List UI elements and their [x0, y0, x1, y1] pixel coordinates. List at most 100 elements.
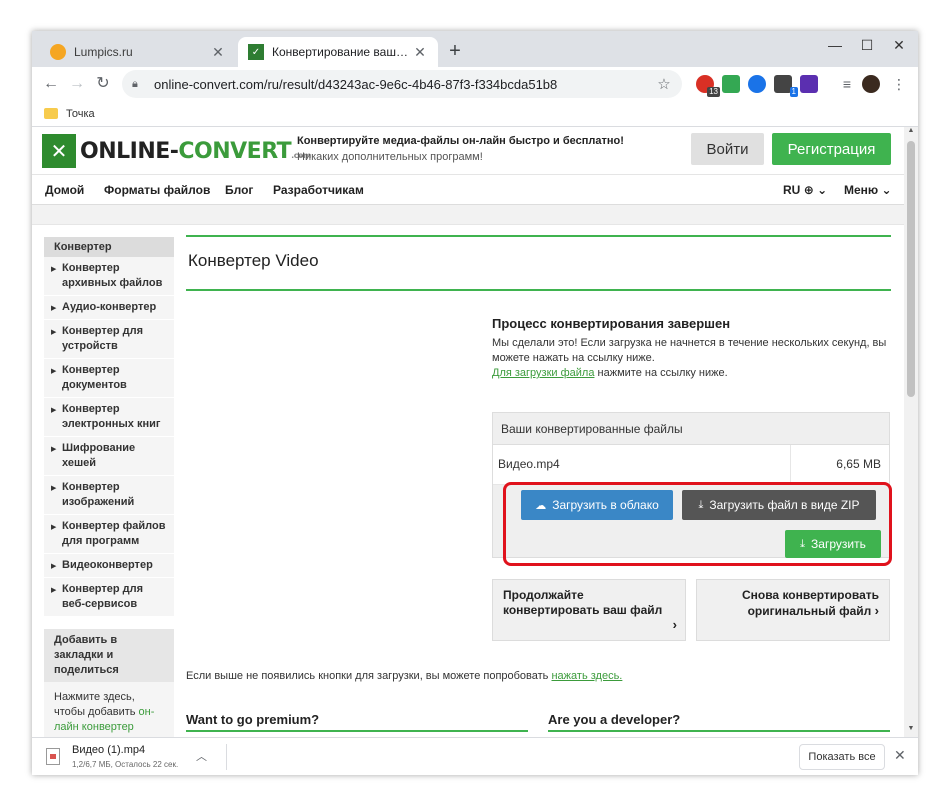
extension-box-icon[interactable]: 1: [774, 75, 798, 97]
tab-lumpics[interactable]: Lumpics.ru ✕: [40, 37, 236, 67]
address-bar[interactable]: 🔒︎ online-convert.com/ru/result/d43243ac…: [122, 70, 682, 98]
register-button[interactable]: Регистрация: [772, 133, 891, 165]
retry-link[interactable]: нажать здесь.: [551, 670, 622, 682]
sidebar-item-devices[interactable]: ▶ Конвертер для устройств: [44, 320, 174, 359]
tagline: Конвертируйте медиа-файлы он-лайн быстро…: [297, 135, 624, 163]
sidebar-item-label: Конвертер для устройств: [62, 325, 144, 352]
maximize-button[interactable]: ☐: [850, 31, 884, 59]
done-description: Мы сделали это! Если загрузка не начнетс…: [492, 337, 887, 364]
language-label: RU: [783, 183, 801, 197]
triangle-right-icon: ▶: [51, 563, 57, 570]
share-text: Нажмите здесь, чтобы добавить: [54, 691, 139, 718]
close-icon[interactable]: ✕: [412, 44, 428, 61]
retry-prefix: Если выше не появились кнопки для загруз…: [186, 670, 552, 682]
online-convert-favicon-icon: ✓: [248, 44, 264, 60]
continue-converting-label: Продолжайте конвертировать ваш файл: [503, 588, 663, 617]
scroll-down-icon[interactable]: ▼: [904, 725, 918, 737]
promo-divider: [548, 730, 890, 732]
tab-online-convert[interactable]: ✓ Конвертирование ваших файлов ✕: [238, 37, 438, 67]
sidebar-item-video[interactable]: ▶ Видеоконвертер: [44, 554, 174, 578]
chevron-up-icon[interactable]: ︿: [196, 748, 207, 764]
scroll-up-icon[interactable]: ▲: [904, 127, 918, 139]
file-row: Видео.mp4 6,65 MB: [493, 445, 889, 485]
sidebar-item-label: Конвертер изображений: [62, 481, 135, 508]
sidebar-item-label: Аудио-конвертер: [62, 301, 157, 313]
download-file-name[interactable]: Видео (1).mp4: [72, 744, 145, 756]
triangle-right-icon: ▶: [51, 485, 57, 492]
browser-window: Lumpics.ru ✕ ✓ Конвертирование ваших фай…: [32, 31, 918, 775]
lock-icon: 🔒︎: [132, 77, 138, 90]
new-tab-button[interactable]: +: [444, 41, 466, 63]
continue-converting-card[interactable]: Продолжайте конвертировать ваш файл ›: [492, 579, 686, 641]
scroll-thumb[interactable]: [907, 141, 915, 397]
triangle-right-icon: ▶: [51, 587, 57, 594]
sidebar-item-hash[interactable]: ▶ Шифрование хешей: [44, 437, 174, 476]
triangle-right-icon: ▶: [51, 524, 57, 531]
logo-part2: CONVERT: [178, 138, 292, 164]
video-file-icon: [46, 748, 60, 765]
sidebar-item-archive[interactable]: ▶ Конвертер архивных файлов: [44, 257, 174, 296]
retry-text: Если выше не появились кнопки для загруз…: [186, 670, 622, 682]
folder-icon: [44, 108, 58, 119]
extension-badge: 1: [789, 87, 798, 97]
file-name: Видео.mp4: [498, 457, 560, 471]
sidebar-item-software[interactable]: ▶ Конвертер файлов для программ: [44, 515, 174, 554]
reload-icon[interactable]: ↻: [90, 71, 116, 97]
sidebar-item-audio[interactable]: ▶ Аудио-конвертер: [44, 296, 174, 320]
triangle-right-icon: ▶: [51, 266, 57, 273]
triangle-right-icon: ▶: [51, 446, 57, 453]
downloads-shelf: Видео (1).mp4 1,2/6,7 МБ, Осталось 22 се…: [32, 737, 918, 775]
show-all-button[interactable]: Показать все: [799, 744, 885, 770]
media-controls-icon[interactable]: ≡: [838, 75, 856, 93]
chevron-down-icon: ⌄: [817, 183, 828, 197]
nav-blog[interactable]: Блог: [225, 183, 253, 197]
download-file-link[interactable]: Для загрузки файла: [492, 367, 594, 379]
sidebar-item-label: Конвертер архивных файлов: [62, 262, 163, 289]
minimize-button[interactable]: —: [818, 31, 852, 59]
page-title-box: Конвертер Video: [186, 235, 891, 291]
forward-arrow-icon[interactable]: →: [64, 71, 90, 97]
extension-check-icon[interactable]: [722, 75, 740, 93]
sidebar-item-ebooks[interactable]: ▶ Конвертер электронных книг: [44, 398, 174, 437]
menu-dropdown[interactable]: Меню ⌄: [844, 183, 892, 197]
sidebar-item-images[interactable]: ▶ Конвертер изображений: [44, 476, 174, 515]
tagline-main: Конвертируйте медиа-файлы он-лайн быстро…: [297, 135, 624, 147]
page-title: Конвертер Video: [188, 251, 319, 270]
sidebar-item-webservices[interactable]: ▶ Конвертер для веб-сервисов: [44, 578, 174, 617]
kebab-menu-icon[interactable]: ⋮: [890, 75, 908, 93]
extension-badge: 13: [707, 87, 720, 97]
tagline-sub: Никаких дополнительных программ!: [297, 151, 483, 163]
bookmarks-bar: Точка: [32, 101, 918, 127]
column-divider: [790, 445, 791, 485]
browser-toolbar: ← → ↻ 🔒︎ online-convert.com/ru/result/d4…: [32, 67, 918, 101]
login-button[interactable]: Войти: [691, 133, 764, 165]
share-body: Нажмите здесь, чтобы добавить он-лайн ко…: [44, 682, 174, 737]
file-size: 6,65 MB: [836, 457, 881, 471]
sidebar-item-label: Видеоконвертер: [62, 559, 153, 571]
profile-avatar[interactable]: [862, 75, 880, 93]
bookmark-star-icon[interactable]: ☆: [656, 75, 672, 93]
sidebar-item-label: Конвертер файлов для программ: [62, 520, 166, 547]
extension-globe-icon[interactable]: [748, 75, 766, 93]
extension-adblock-icon[interactable]: 13: [696, 75, 720, 97]
done-text: Мы сделали это! Если загрузка не начнетс…: [492, 336, 892, 381]
bookmark-tochka[interactable]: Точка: [66, 108, 95, 120]
page-scrollbar[interactable]: ▲ ▼: [904, 127, 918, 737]
sidebar-item-label: Конвертер документов: [62, 364, 127, 391]
back-arrow-icon[interactable]: ←: [38, 71, 64, 97]
nav-home[interactable]: Домой: [45, 183, 84, 197]
lumpics-favicon-icon: [50, 44, 66, 60]
reconvert-original-card[interactable]: Снова конвертировать оригинальный файл ›: [696, 579, 890, 641]
chevron-right-icon: ›: [672, 617, 677, 632]
close-icon[interactable]: ✕: [894, 747, 906, 764]
window-close-button[interactable]: ✕: [882, 31, 916, 59]
sidebar-item-documents[interactable]: ▶ Конвертер документов: [44, 359, 174, 398]
close-icon[interactable]: ✕: [210, 44, 226, 61]
triangle-right-icon: ▶: [51, 329, 57, 336]
nav-developers[interactable]: Разработчикам: [273, 183, 364, 197]
language-selector[interactable]: RU ⊕ ⌄: [783, 183, 827, 197]
extension-purple-icon[interactable]: [800, 75, 818, 93]
site-logo[interactable]: ✕ ONLINE-CONVERT.com: [42, 134, 311, 168]
nav-formats[interactable]: Форматы файлов: [104, 183, 210, 197]
promo-developer: Are you a developer?: [548, 712, 681, 727]
